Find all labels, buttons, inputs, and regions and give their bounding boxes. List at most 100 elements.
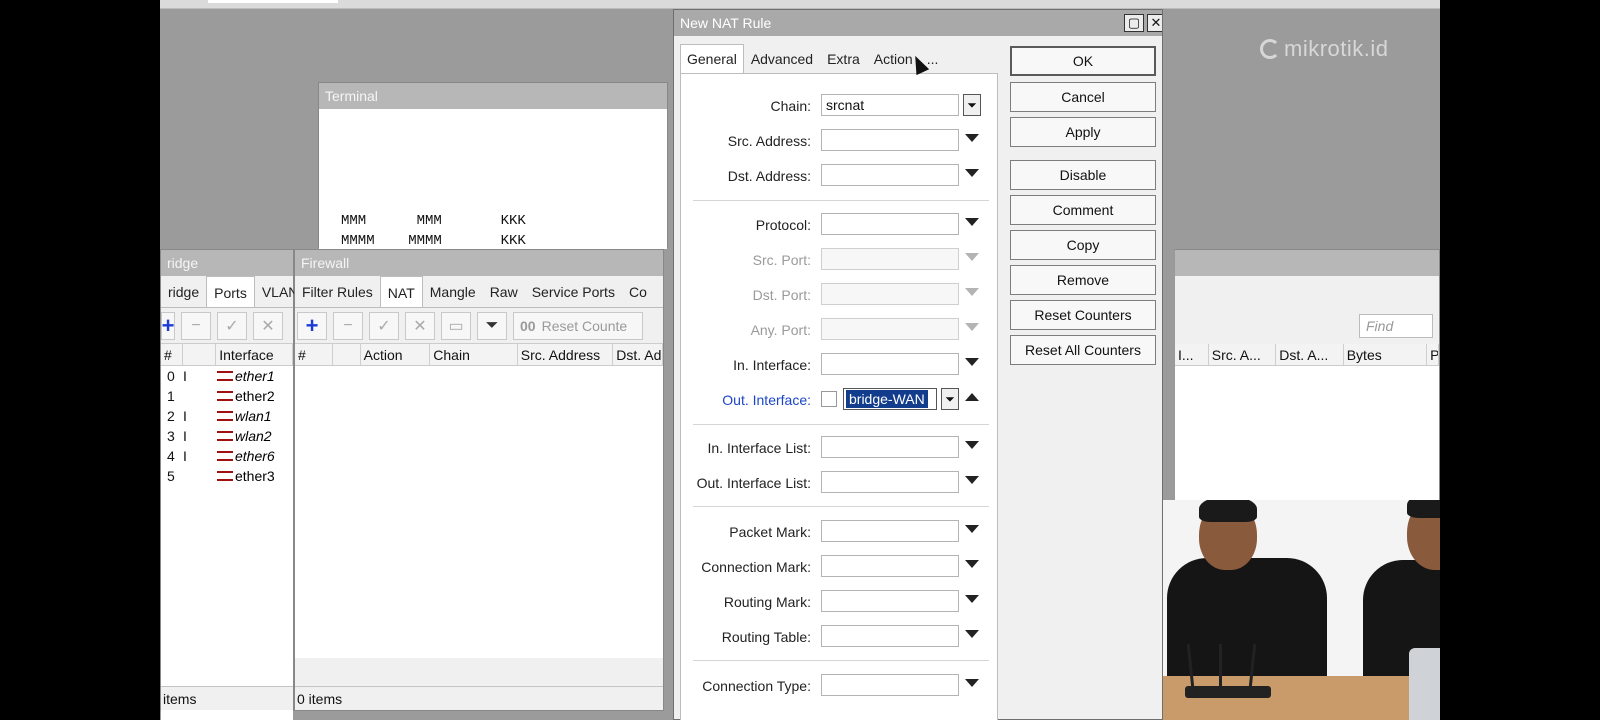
in-interface-input[interactable] (821, 353, 959, 375)
new-nat-rule-dialog[interactable]: New NAT Rule ▢ ✕ General Advanced Extra … (673, 9, 1163, 720)
tab-advanced[interactable]: Advanced (744, 44, 820, 74)
disable-button[interactable]: Disable (1010, 160, 1156, 190)
apply-button[interactable]: Apply (1010, 117, 1156, 147)
column-action[interactable]: Action (361, 344, 431, 365)
nat-rule-list[interactable] (295, 366, 663, 658)
cancel-button[interactable]: Cancel (1010, 82, 1156, 112)
table-row[interactable]: 0 Iether1 (161, 366, 293, 386)
out-interface-negate-checkbox[interactable] (821, 391, 837, 407)
src-address-expand-icon[interactable] (965, 134, 979, 142)
tab-general[interactable]: General (680, 44, 744, 74)
tab-connections[interactable]: Co (622, 276, 654, 307)
tab-ports[interactable]: Ports (206, 276, 255, 307)
reset-all-counters-button[interactable]: Reset All Counters (1010, 335, 1156, 365)
find-input[interactable]: Find (1359, 314, 1433, 338)
in-interface-list-expand-icon[interactable] (965, 441, 979, 449)
column-interface[interactable]: Interface (216, 344, 293, 365)
table-row[interactable]: 4 Iether6 (161, 446, 293, 466)
comment-button[interactable]: Comment (1010, 195, 1156, 225)
row-interface-label: wlan1 (235, 408, 272, 424)
bridge-port-list[interactable]: 0 Iether1 1 ether2 2 Iwlan1 3 Iwlan2 4 Iether… (161, 366, 293, 720)
protocol-input[interactable] (821, 213, 959, 235)
reset-counters-button[interactable]: Reset Counters (1010, 300, 1156, 330)
dst-port-input[interactable] (821, 283, 959, 305)
enable-check-icon[interactable]: ✓ (369, 311, 399, 340)
column-number[interactable]: # (295, 344, 333, 365)
table-row[interactable]: 1 ether2 (161, 386, 293, 406)
ok-button[interactable]: OK (1010, 46, 1156, 76)
filter-icon[interactable]: ⏷ (477, 311, 507, 340)
copy-button[interactable]: Copy (1010, 230, 1156, 260)
connection-type-expand-icon[interactable] (965, 679, 979, 687)
tab-raw[interactable]: Raw (483, 276, 525, 307)
routing-table-label: Routing Table: (721, 629, 811, 645)
routing-mark-expand-icon[interactable] (965, 595, 979, 603)
column-in-interface[interactable]: I... (1175, 344, 1209, 365)
column-flags[interactable] (183, 344, 217, 365)
row-flag: I (183, 428, 187, 444)
dst-address-expand-icon[interactable] (965, 169, 979, 177)
reset-counters-button[interactable]: 00 Reset Counte (513, 311, 643, 340)
any-port-input[interactable] (821, 318, 959, 340)
out-interface-collapse-icon[interactable] (965, 393, 979, 401)
interface-icon (217, 451, 233, 461)
out-interface-list-row: Out. Interface List: (681, 471, 997, 495)
tab-nat[interactable]: NAT (379, 276, 423, 307)
out-interface-list-input[interactable] (821, 471, 959, 493)
protocol-expand-icon[interactable] (965, 218, 979, 226)
firewall-window[interactable]: Firewall Filter Rules NAT Mangle Raw Ser… (294, 249, 664, 711)
terminal-window[interactable]: Terminal MMM MMM KKK MMMM MMMM KKK (318, 82, 668, 249)
table-row[interactable]: 3 Iwlan2 (161, 426, 293, 446)
chain-select[interactable]: srcnat (821, 94, 959, 116)
bridge-window[interactable]: ridge ridge Ports VLAN + − ✓ ✕ # Interfa… (160, 249, 298, 720)
packet-mark-input[interactable] (821, 520, 959, 542)
in-interface-list-input[interactable] (821, 436, 959, 458)
add-icon[interactable]: + (297, 311, 327, 340)
chain-dropdown-icon[interactable]: ⏷ (963, 94, 981, 116)
dst-port-label: Dst. Port: (752, 287, 811, 303)
out-interface-dropdown-icon[interactable]: ⏷ (941, 388, 959, 410)
column-dst-address-short[interactable]: Dst. A... (1276, 344, 1344, 365)
out-interface-select[interactable]: bridge-WAN (843, 388, 937, 410)
maximize-icon[interactable]: ▢ (1124, 14, 1144, 32)
terminal-body[interactable]: MMM MMM KKK MMMM MMMM KKK (319, 109, 667, 249)
src-port-input[interactable] (821, 248, 959, 270)
packet-mark-expand-icon[interactable] (965, 525, 979, 533)
tab-extra[interactable]: Extra (820, 44, 867, 74)
column-bytes[interactable]: Bytes (1344, 344, 1428, 365)
routing-mark-input[interactable] (821, 590, 959, 612)
comment-icon[interactable]: ▭ (441, 311, 471, 340)
routing-table-input[interactable] (821, 625, 959, 647)
column-packets[interactable]: P (1427, 344, 1439, 365)
tab-filter-rules[interactable]: Filter Rules (295, 276, 380, 307)
remove-button[interactable]: Remove (1010, 265, 1156, 295)
column-chain[interactable]: Chain (430, 344, 518, 365)
connection-type-input[interactable] (821, 674, 959, 696)
connection-mark-row: Connection Mark: (681, 555, 997, 579)
remove-icon[interactable]: − (181, 311, 211, 340)
out-interface-list-expand-icon[interactable] (965, 476, 979, 484)
remove-icon[interactable]: − (333, 311, 363, 340)
table-row[interactable]: 5 ether3 (161, 466, 293, 486)
column-src-address-short[interactable]: Src. A... (1209, 344, 1277, 365)
tab-mangle[interactable]: Mangle (423, 276, 483, 307)
add-icon[interactable]: + (161, 311, 175, 340)
column-number[interactable]: # (161, 344, 183, 365)
disable-x-icon[interactable]: ✕ (253, 311, 283, 340)
row-interface: wlan1 (217, 406, 272, 426)
in-interface-expand-icon[interactable] (965, 358, 979, 366)
tab-service-ports[interactable]: Service Ports (525, 276, 622, 307)
routing-table-expand-icon[interactable] (965, 630, 979, 638)
dst-address-input[interactable] (821, 164, 959, 186)
column-flags[interactable] (333, 344, 361, 365)
enable-check-icon[interactable]: ✓ (217, 311, 247, 340)
column-dst-address[interactable]: Dst. Ad (613, 344, 663, 365)
src-address-input[interactable] (821, 129, 959, 151)
close-icon[interactable]: ✕ (1147, 14, 1162, 32)
table-row[interactable]: 2 Iwlan1 (161, 406, 293, 426)
tab-bridge[interactable]: ridge (161, 276, 206, 307)
disable-x-icon[interactable]: ✕ (405, 311, 435, 340)
column-src-address[interactable]: Src. Address (518, 344, 614, 365)
connection-mark-input[interactable] (821, 555, 959, 577)
connection-mark-expand-icon[interactable] (965, 560, 979, 568)
